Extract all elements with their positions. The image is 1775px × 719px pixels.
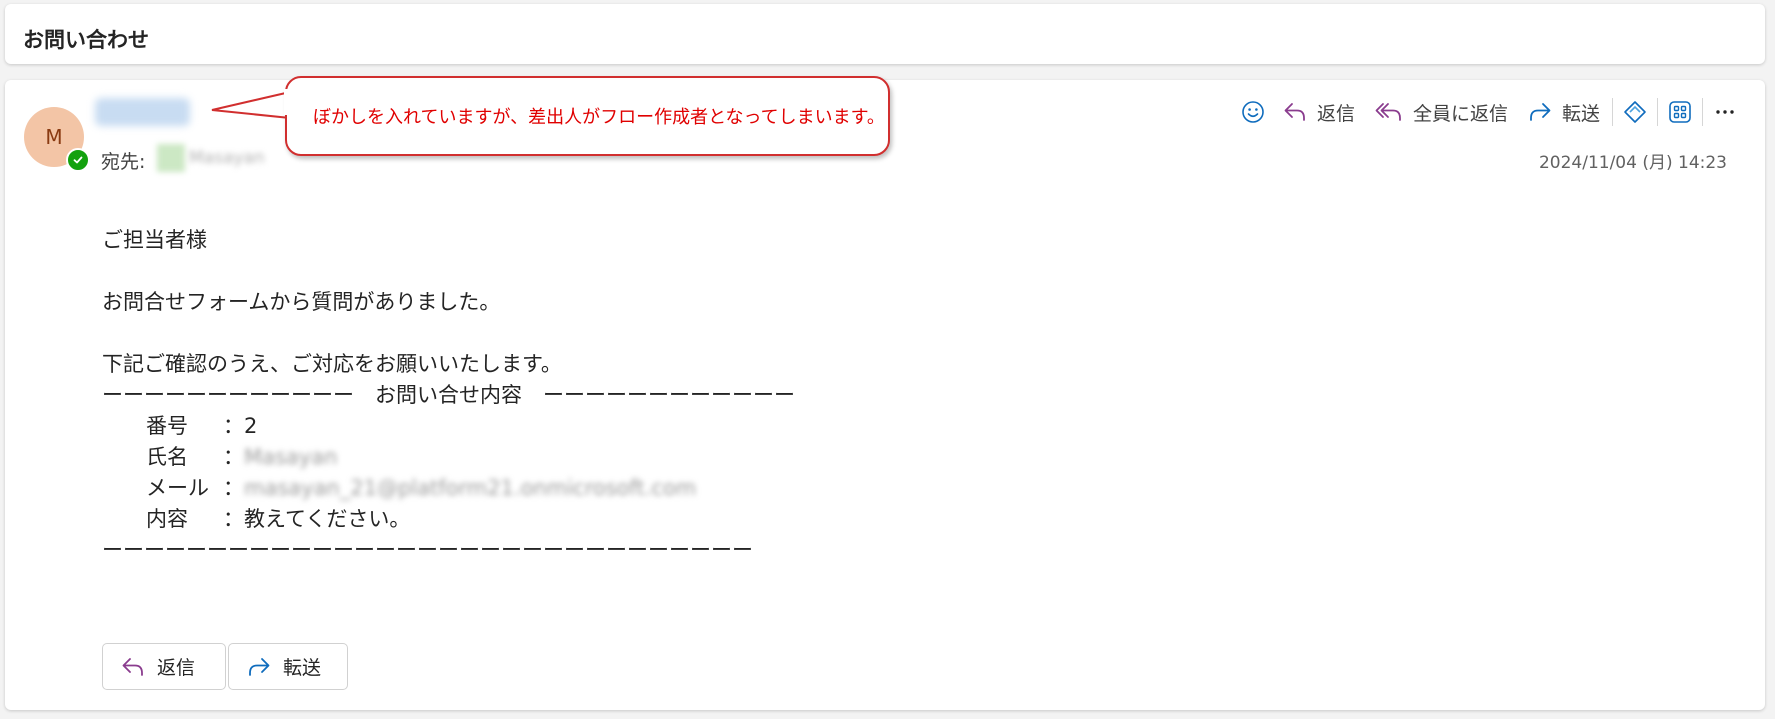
forward-button[interactable]: 転送 bbox=[1518, 92, 1610, 132]
field-value: Masayan bbox=[244, 445, 338, 469]
field-label: メール bbox=[146, 476, 209, 500]
more-actions-button[interactable] bbox=[1705, 92, 1745, 132]
reply-icon bbox=[122, 657, 143, 676]
field-value[interactable]: masayan_21@platform21.onmicrosoft.com bbox=[244, 473, 696, 504]
presence-available-icon bbox=[66, 148, 90, 172]
callout-text: ぼかしを入れていますが、差出人がフロー作成者となってしまいます。 bbox=[313, 107, 885, 128]
toolbar-divider bbox=[1657, 98, 1658, 126]
field-email: メール ： masayan_21@platform21.onmicrosoft.… bbox=[102, 473, 795, 504]
body-line: 下記ご確認のうえ、ご対応をお願いいたします。 bbox=[102, 352, 562, 376]
subject-title: お問い合わせ bbox=[23, 28, 149, 52]
field-number: 番号 ： 2 bbox=[102, 411, 795, 442]
message-timestamp: 2024/11/04 (月) 14:23 bbox=[1538, 153, 1727, 173]
toolbar-divider bbox=[1702, 98, 1703, 126]
to-label: 宛先: bbox=[101, 151, 146, 173]
divider-top: ーーーーーーーーーーーー お問い合せ内容 ーーーーーーーーーーーー bbox=[102, 383, 795, 407]
message-toolbar: 返信 全員に返信 転送 bbox=[1233, 90, 1745, 134]
reply-all-button[interactable]: 全員に返信 bbox=[1365, 92, 1518, 132]
reply-button[interactable]: 返信 bbox=[1273, 92, 1365, 132]
annotation-callout: ぼかしを入れていますが、差出人がフロー作成者となってしまいます。 bbox=[285, 76, 890, 156]
footer-forward-label: 転送 bbox=[283, 657, 322, 679]
reply-all-label: 全員に返信 bbox=[1412, 102, 1508, 125]
callout-pointer bbox=[211, 91, 291, 119]
divider-bottom: ーーーーーーーーーーーーーーーーーーーーーーーーーーーーーーー bbox=[102, 538, 753, 562]
reply-all-icon bbox=[1375, 103, 1401, 121]
apps-button[interactable] bbox=[1660, 92, 1700, 132]
emoji-icon bbox=[1242, 101, 1264, 123]
apps-grid-icon bbox=[1669, 101, 1691, 123]
add-to-loop-button[interactable] bbox=[1615, 92, 1655, 132]
recipient-blurred[interactable]: Masayan bbox=[157, 143, 267, 173]
callout-joint bbox=[284, 89, 290, 115]
react-button[interactable] bbox=[1233, 92, 1273, 132]
avatar-initial: M bbox=[45, 125, 63, 149]
field-name: 氏名 ： Masayan bbox=[102, 442, 795, 473]
recipient-name: Masayan bbox=[189, 148, 265, 168]
loop-icon bbox=[1624, 101, 1646, 123]
more-icon bbox=[1716, 110, 1734, 114]
forward-label: 転送 bbox=[1561, 102, 1600, 125]
reply-label: 返信 bbox=[1316, 102, 1355, 125]
field-content: 内容 ： 教えてください。 bbox=[102, 504, 795, 535]
sender-name-blurred[interactable] bbox=[95, 98, 190, 126]
field-label: 番号 bbox=[146, 414, 188, 438]
footer-reply-button[interactable]: 返信 bbox=[102, 643, 226, 690]
forward-icon bbox=[1530, 103, 1551, 121]
field-label: 内容 bbox=[146, 507, 188, 531]
toolbar-divider bbox=[1612, 98, 1613, 126]
footer-reply-label: 返信 bbox=[157, 657, 196, 679]
field-separator: ： bbox=[223, 476, 244, 500]
footer-forward-button[interactable]: 転送 bbox=[228, 643, 348, 690]
field-value: 教えてください。 bbox=[244, 507, 411, 531]
forward-icon bbox=[249, 657, 270, 676]
field-label: 氏名 bbox=[146, 445, 188, 469]
body-greeting: ご担当者様 bbox=[102, 228, 207, 252]
subject-bar: お問い合わせ bbox=[5, 4, 1765, 64]
reply-icon bbox=[1284, 103, 1305, 121]
message-card: M 宛先: Masayan ぼかしを入れていますが、差出人がフロー作成者となって… bbox=[5, 76, 1765, 710]
field-separator: ： bbox=[223, 445, 244, 469]
body-line: お問合せフォームから質問がありました。 bbox=[102, 290, 501, 314]
field-separator: ： bbox=[223, 507, 244, 531]
field-separator: ： bbox=[223, 414, 244, 438]
message-body: ご担当者様 お問合せフォームから質問がありました。 下記ご確認のうえ、ご対応をお… bbox=[102, 225, 795, 566]
field-value: 2 bbox=[244, 414, 258, 438]
